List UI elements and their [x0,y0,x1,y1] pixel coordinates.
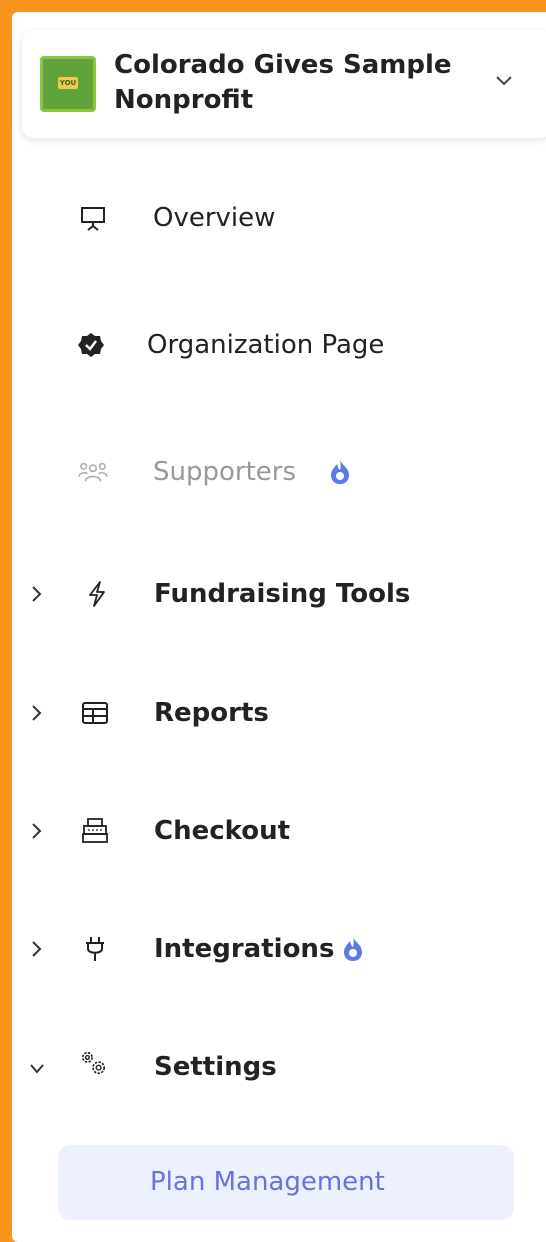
chevron-right-icon[interactable] [28,703,46,723]
nav-label-reports: Reports [154,698,269,728]
chevron-right-icon[interactable] [28,939,46,959]
nav-item-integrations[interactable]: Integrations [22,919,522,979]
nav-item-overview[interactable]: Overview [22,188,522,248]
org-name: Colorado Gives Sample Nonprofit [114,50,452,115]
verified-badge-icon [78,333,104,357]
nav-label-checkout: Checkout [154,816,291,846]
plug-icon [86,937,104,961]
nav-item-reports[interactable]: Reports [22,683,522,743]
chevron-right-icon[interactable] [28,584,46,604]
gears-icon [81,1051,106,1075]
nav-label-overview: Overview [153,203,276,233]
flame-icon [344,937,362,961]
org-switcher[interactable]: YOU Colorado Gives Sample Nonprofit [22,30,546,138]
chevron-right-icon[interactable] [28,821,46,841]
chevron-down-icon[interactable] [492,68,516,92]
nav-item-checkout[interactable]: Checkout [22,801,522,861]
nav-label-fundraising-tools: Fundraising Tools [154,579,411,609]
users-icon [78,462,108,482]
cash-register-icon [82,818,108,843]
nav-item-fundraising-tools[interactable]: Fundraising Tools [22,564,522,624]
nav-item-settings[interactable]: Settings [22,1037,522,1097]
flame-icon [331,460,349,484]
nav-label-supporters: Supporters [153,457,297,487]
nav-subitem-plan-management[interactable]: Plan Management [58,1145,514,1220]
table-icon [82,702,108,724]
chevron-down-icon[interactable] [28,1059,46,1079]
nav-label-organization-page: Organization Page [147,330,385,360]
org-logo: YOU [40,56,96,112]
nav-label-integrations: Integrations [154,934,335,964]
nav-label-settings: Settings [154,1052,277,1082]
org-logo-text: YOU [58,77,78,89]
nav-item-organization-page[interactable]: Organization Page [22,315,522,375]
nav-label-plan-management: Plan Management [150,1167,385,1197]
presentation-icon [81,207,105,231]
lightning-icon [89,581,105,607]
nav-item-supporters[interactable]: Supporters [22,442,522,502]
